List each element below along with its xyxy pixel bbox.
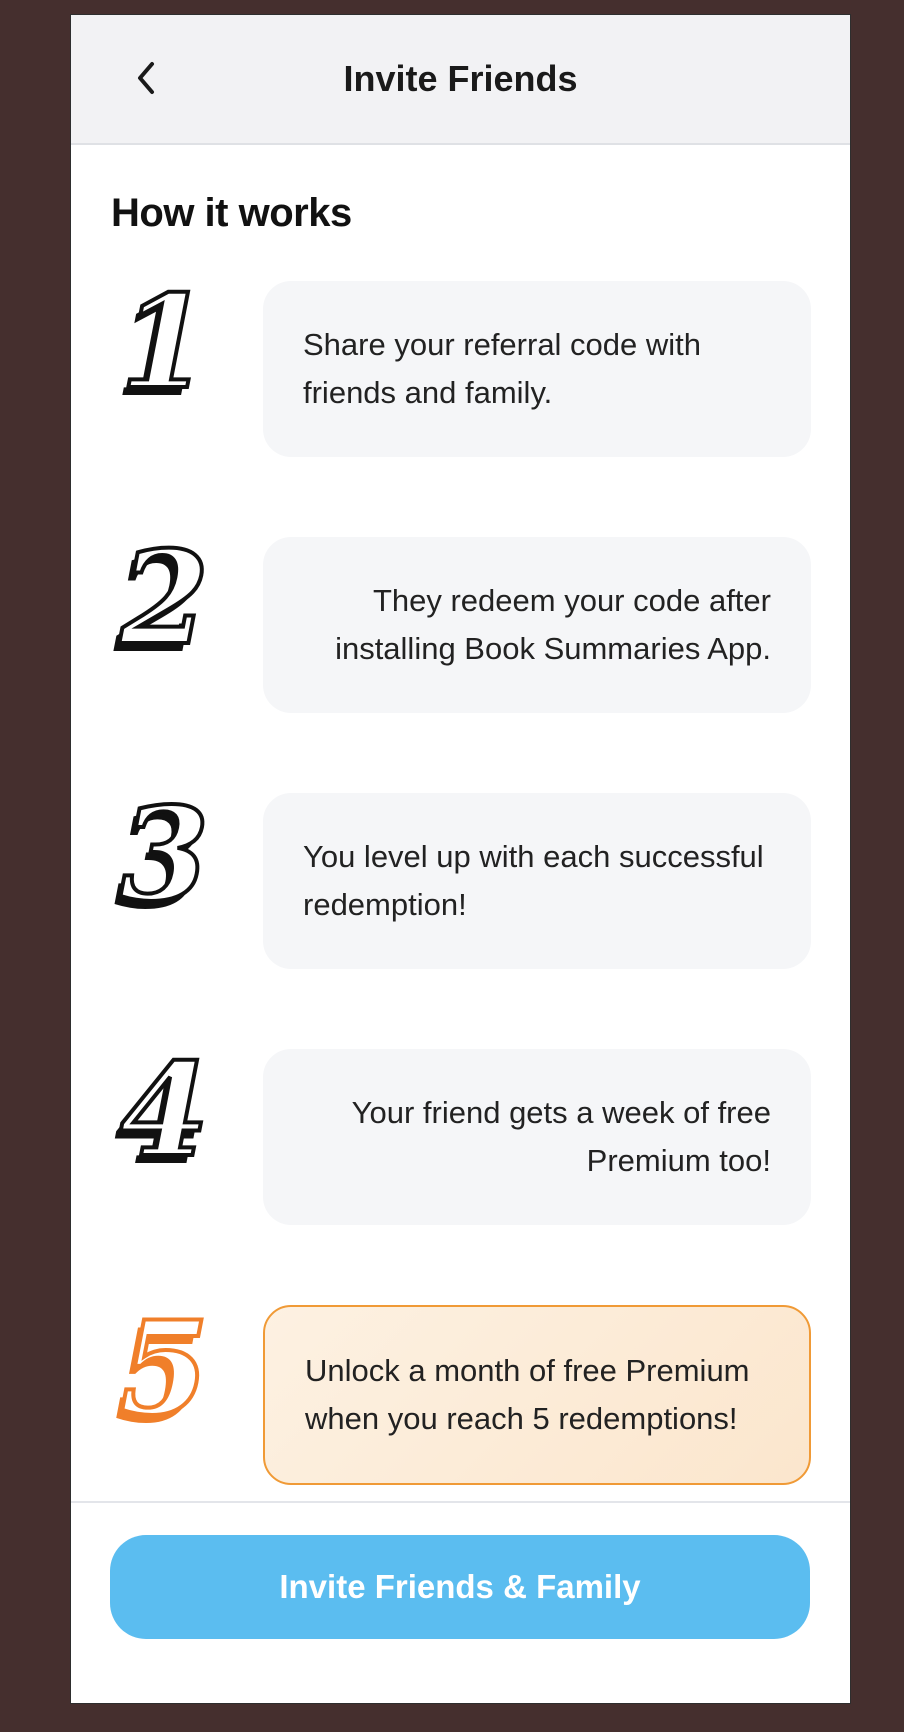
step-number-4-glyph: 4 [120,1047,209,1186]
step-number-3: 3 3 [111,791,241,931]
step-number-4: 4 4 [111,1047,241,1187]
nav-bar: Invite Friends [71,15,850,145]
phone-screen: Invite Friends How it works 1 1 Share yo… [70,14,851,1704]
step-card-1: Share your referral code with friends an… [263,281,811,457]
step-number-2: 2 2 [111,535,241,675]
step-text-2: They redeem your code after installing B… [335,583,771,666]
step-card-3: You level up with each successful redemp… [263,793,811,969]
step-text-5: Unlock a month of free Premium when you … [305,1353,750,1436]
step-number-3-glyph: 3 [120,791,209,930]
step-text-3: You level up with each successful redemp… [303,839,764,922]
step-number-2-glyph: 2 [119,535,209,674]
bottom-bar: Invite Friends & Family [71,1501,850,1703]
step-number-1: 1 1 [111,279,241,419]
step-number-5-glyph: 5 [120,1305,209,1444]
step-card-2: They redeem your code after installing B… [263,537,811,713]
section-title: How it works [111,191,352,235]
step-card-5-reward: Unlock a month of free Premium when you … [263,1305,811,1485]
step-text-1: Share your referral code with friends an… [303,327,702,410]
step-number-5: 5 5 [111,1305,241,1445]
page-title: Invite Friends [343,58,578,99]
invite-friends-family-button[interactable]: Invite Friends & Family [110,1535,810,1639]
step-number-1-glyph: 1 [120,279,209,418]
step-text-4: Your friend gets a week of free Premium … [351,1095,771,1178]
step-card-4: Your friend gets a week of free Premium … [263,1049,811,1225]
